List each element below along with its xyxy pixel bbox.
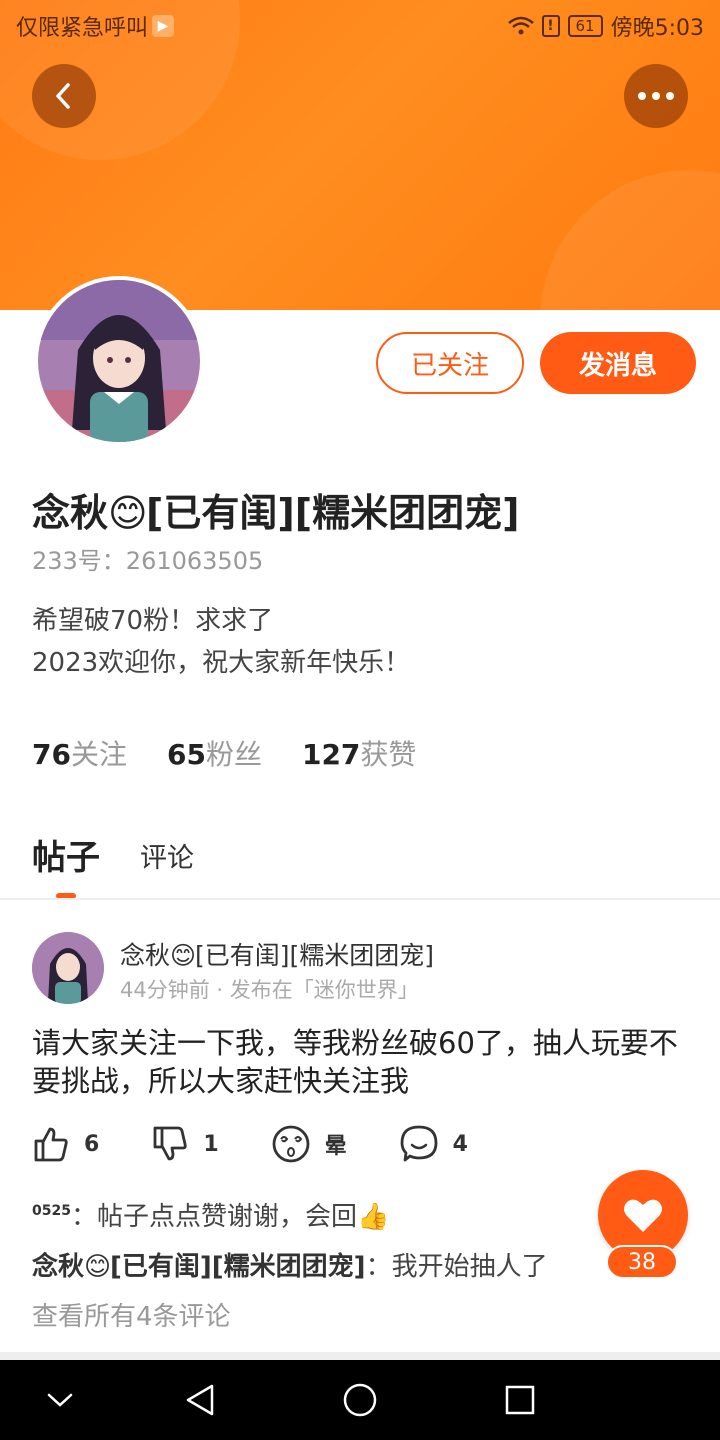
dislike-button[interactable]: 1 xyxy=(151,1125,219,1163)
heart-icon xyxy=(624,1199,662,1232)
send-message-button[interactable]: 发消息 xyxy=(540,332,696,394)
dizzy-face-icon xyxy=(272,1125,310,1163)
square-recents-icon xyxy=(505,1385,535,1415)
smile-emoji: 😊 xyxy=(108,491,148,535)
comment-user[interactable]: 念秋😊[已有闺][糯米团团宠] xyxy=(32,1252,366,1282)
triangle-back-icon xyxy=(186,1384,214,1416)
chevron-left-icon xyxy=(56,83,70,109)
status-bar: 仅限紧急呼叫 ▶ ! 61 傍晚5:03 xyxy=(0,0,720,48)
sim-alert-icon: ! xyxy=(541,15,560,37)
profile-avatar[interactable] xyxy=(34,276,204,446)
profile-bio: 希望破70粉！求求了 2023欢迎你，祝大家新年快乐！ xyxy=(32,606,411,678)
smile-emoji: 😊 xyxy=(84,1252,112,1282)
thumbs-up-emoji: 👍 xyxy=(356,1202,390,1232)
post-actions: 6 1 晕 4 xyxy=(32,1124,520,1164)
view-all-comments-link[interactable]: 查看所有4条评论 xyxy=(32,1296,231,1333)
comment-item[interactable]: 0525：帖子点点赞谢谢，会回👍 xyxy=(32,1196,390,1233)
play-icon: ▶ xyxy=(152,15,175,37)
post-body[interactable]: 请大家关注一下我，等我粉丝破60了，抽人玩要不要挑战，所以大家赶快关注我 xyxy=(32,1024,692,1100)
nav-recents-button[interactable] xyxy=(500,1380,540,1420)
post-author-name[interactable]: 念秋😊[已有闺][糯米团团宠] xyxy=(120,936,434,972)
back-button[interactable] xyxy=(32,64,96,128)
divider xyxy=(0,898,720,900)
comment-item[interactable]: 念秋😊[已有闺][糯米团团宠]：我开始抽人了 xyxy=(32,1246,548,1283)
battery-indicator: 61 xyxy=(567,15,603,37)
post-meta: 44分钟前 · 发布在「迷你世界」 xyxy=(120,978,419,1002)
nav-back-button[interactable] xyxy=(180,1380,220,1420)
system-nav-bar xyxy=(0,1360,720,1440)
time-text: 傍晚5:03 xyxy=(610,16,704,41)
circle-home-icon xyxy=(343,1383,377,1417)
more-options-button[interactable] xyxy=(624,64,688,128)
stat-followers[interactable]: 65粉丝 xyxy=(167,733,262,773)
dizzy-button[interactable]: 晕 xyxy=(271,1124,347,1164)
avatar-illustration xyxy=(32,932,104,1004)
comment-button[interactable]: 4 xyxy=(399,1124,468,1164)
stat-following[interactable]: 76关注 xyxy=(32,733,127,773)
more-dots-icon xyxy=(638,92,674,100)
thumbs-down-icon xyxy=(153,1126,187,1161)
tab-posts[interactable]: 帖子 xyxy=(32,830,100,879)
user-id: 233号：261063505 xyxy=(32,547,264,575)
like-button[interactable]: 6 xyxy=(32,1125,99,1163)
like-count-badge: 38 xyxy=(606,1245,678,1279)
avatar-illustration xyxy=(38,280,200,442)
smile-emoji: 😊 xyxy=(170,941,197,970)
nav-home-button[interactable] xyxy=(340,1380,380,1420)
stat-likes[interactable]: 127获赞 xyxy=(302,733,416,773)
profile-stats: 76关注 65粉丝 127获赞 xyxy=(32,733,416,773)
comment-user[interactable]: 0525 xyxy=(32,1203,71,1219)
carrier-text: 仅限紧急呼叫 xyxy=(16,16,149,41)
profile-username: 念秋😊[已有闺][糯米团团宠] xyxy=(32,491,520,535)
divider xyxy=(0,1352,720,1360)
wifi-icon xyxy=(507,16,534,35)
tab-comments[interactable]: 评论 xyxy=(140,836,194,879)
followed-button[interactable]: 已关注 xyxy=(376,332,524,394)
comment-bubble-icon xyxy=(400,1125,438,1162)
post-author-avatar[interactable] xyxy=(32,932,104,1004)
profile-tabs: 帖子 评论 xyxy=(32,830,194,879)
thumbs-up-icon xyxy=(34,1127,68,1162)
chevron-down-icon xyxy=(47,1393,73,1407)
nav-collapse-button[interactable] xyxy=(40,1380,80,1420)
